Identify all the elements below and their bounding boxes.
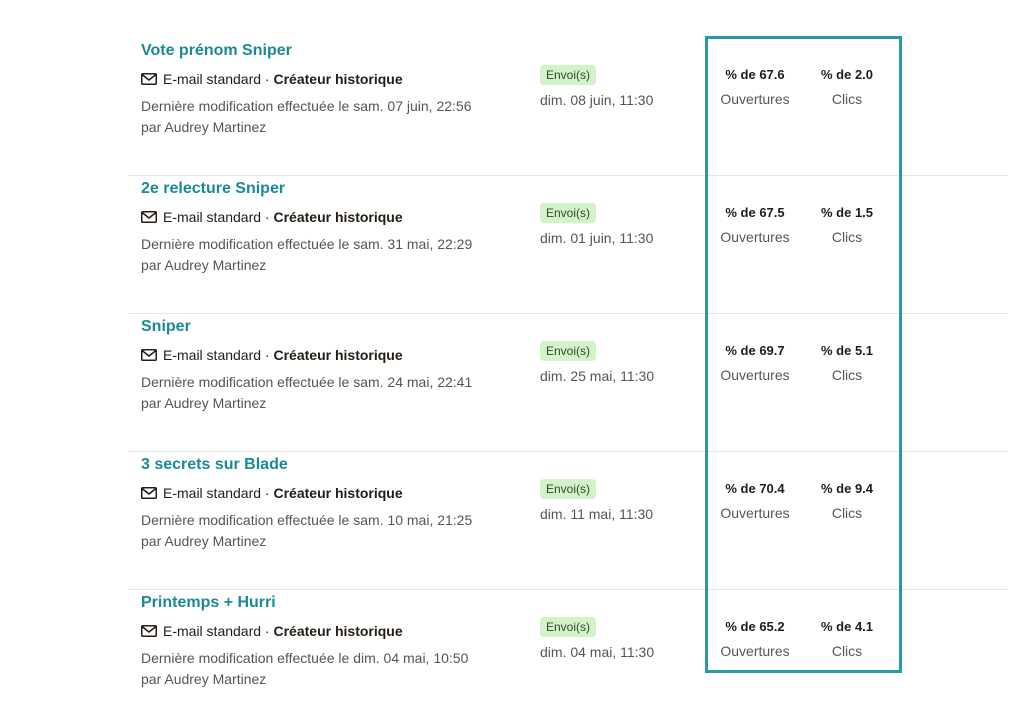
last-modified-text: Dernière modification effectuée le sam. … [141,510,521,552]
campaign-row[interactable]: 3 secrets sur Blade E-mail standard · Cr… [128,452,1008,590]
last-modified-author: par Audrey Martinez [141,257,267,273]
campaign-row[interactable]: Vote prénom Sniper E-mail standard · Cré… [128,38,1008,176]
opens-label: Ouvertures [720,505,790,521]
campaign-title-link[interactable]: 2e relecture Sniper [141,180,285,198]
campaign-type-label: E-mail standard [163,485,262,501]
last-modified-author: par Audrey Martinez [141,119,267,135]
clicks-rate: % de 5.1 [820,343,874,358]
status-badge: Envoi(s) [540,617,597,637]
opens-label: Ouvertures [720,91,790,107]
sent-date: dim. 08 juin, 11:30 [540,92,654,108]
campaign-type-label: E-mail standard [163,71,262,87]
envelope-icon [141,487,157,499]
separator-dot: · [261,209,274,225]
campaign-type: E-mail standard · Créateur historique [141,485,403,501]
last-modified-date: Dernière modification effectuée le sam. … [141,236,473,252]
campaign-type-label: E-mail standard [163,623,262,639]
last-modified-text: Dernière modification effectuée le dim. … [141,648,521,690]
envelope-icon [141,211,157,223]
clicks-rate: % de 2.0 [820,67,874,82]
separator-dot: · [261,71,274,87]
campaign-type: E-mail standard · Créateur historique [141,347,403,363]
clicks-label: Clics [831,91,863,107]
opens-stat: % de 65.2 Ouvertures [710,618,800,660]
status-badge: Envoi(s) [540,65,597,85]
envelope-icon [141,73,157,85]
last-modified-text: Dernière modification effectuée le sam. … [141,96,521,138]
campaign-creator: Créateur historique [273,623,403,639]
opens-label: Ouvertures [720,367,790,383]
campaign-title-link[interactable]: Sniper [141,318,191,336]
campaign-type: E-mail standard · Créateur historique [141,71,403,87]
campaign-row[interactable]: 2e relecture Sniper E-mail standard · Cr… [128,176,1008,314]
sent-date: dim. 25 mai, 11:30 [540,368,655,384]
separator-dot: · [261,347,274,363]
campaign-creator: Créateur historique [273,347,403,363]
campaign-type-label: E-mail standard [163,209,262,225]
campaign-row[interactable]: Sniper E-mail standard · Créateur histor… [128,314,1008,452]
campaign-title-link[interactable]: Vote prénom Sniper [141,42,292,60]
campaign-type-label: E-mail standard [163,347,262,363]
campaign-title-link[interactable]: 3 secrets sur Blade [141,456,288,474]
opens-rate: % de 70.4 [725,481,785,496]
last-modified-date: Dernière modification effectuée le dim. … [141,650,469,666]
last-modified-text: Dernière modification effectuée le sam. … [141,234,521,276]
clicks-label: Clics [831,229,863,245]
clicks-stat: % de 9.4 Clics [802,480,892,522]
envelope-icon [141,625,157,637]
campaign-creator: Créateur historique [273,209,403,225]
campaign-type: E-mail standard · Créateur historique [141,209,403,225]
opens-rate: % de 67.5 [725,205,785,220]
sent-date: dim. 04 mai, 11:30 [540,644,655,660]
last-modified-text: Dernière modification effectuée le sam. … [141,372,521,414]
last-modified-author: par Audrey Martinez [141,533,267,549]
opens-label: Ouvertures [720,643,790,659]
opens-stat: % de 69.7 Ouvertures [710,342,800,384]
campaign-creator: Créateur historique [273,485,403,501]
campaign-list-page: Vote prénom Sniper E-mail standard · Cré… [0,0,1024,717]
opens-label: Ouvertures [720,229,790,245]
last-modified-date: Dernière modification effectuée le sam. … [141,512,473,528]
envelope-icon [141,349,157,361]
clicks-rate: % de 1.5 [820,205,874,220]
clicks-stat: % de 5.1 Clics [802,342,892,384]
campaign-row[interactable]: Printemps + Hurri E-mail standard · Créa… [128,590,1008,717]
clicks-stat: % de 4.1 Clics [802,618,892,660]
opens-rate: % de 65.2 [725,619,785,634]
campaign-title-link[interactable]: Printemps + Hurri [141,594,276,612]
opens-stat: % de 67.6 Ouvertures [710,66,800,108]
opens-rate: % de 67.6 [725,67,785,82]
opens-rate: % de 69.7 [725,343,785,358]
clicks-label: Clics [831,367,863,383]
last-modified-date: Dernière modification effectuée le sam. … [141,98,472,114]
separator-dot: · [261,485,274,501]
status-badge: Envoi(s) [540,479,597,499]
last-modified-date: Dernière modification effectuée le sam. … [141,374,473,390]
clicks-stat: % de 1.5 Clics [802,204,892,246]
opens-stat: % de 70.4 Ouvertures [710,480,800,522]
opens-stat: % de 67.5 Ouvertures [710,204,800,246]
sent-date: dim. 11 mai, 11:30 [540,506,654,522]
campaign-type: E-mail standard · Créateur historique [141,623,403,639]
last-modified-author: par Audrey Martinez [141,395,267,411]
clicks-rate: % de 9.4 [820,481,874,496]
clicks-rate: % de 4.1 [820,619,874,634]
campaign-creator: Créateur historique [273,71,403,87]
status-badge: Envoi(s) [540,203,597,223]
clicks-label: Clics [831,643,863,659]
last-modified-author: par Audrey Martinez [141,671,267,687]
separator-dot: · [261,623,274,639]
status-badge: Envoi(s) [540,341,597,361]
clicks-stat: % de 2.0 Clics [802,66,892,108]
clicks-label: Clics [831,505,863,521]
sent-date: dim. 01 juin, 11:30 [540,230,654,246]
